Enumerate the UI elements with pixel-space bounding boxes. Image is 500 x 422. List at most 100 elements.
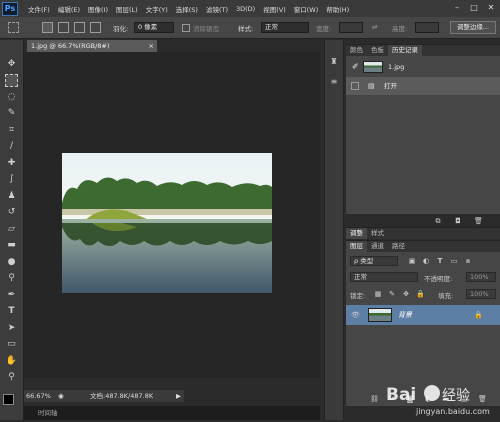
menu-select[interactable]: 选择(S): [172, 4, 202, 14]
status-icon[interactable]: ◉: [58, 390, 64, 402]
height-label: 高度:: [392, 25, 408, 33]
marquee-tool-icon[interactable]: [8, 22, 19, 33]
layer-filter-select[interactable]: ρ 类型: [350, 256, 398, 266]
eyedropper-icon[interactable]: ∕: [5, 140, 18, 153]
feather-input[interactable]: 0 像素: [134, 22, 174, 33]
tab-adjustments[interactable]: 调整: [346, 228, 367, 239]
new-snapshot-icon[interactable]: ◘: [454, 217, 462, 225]
close-tab-icon[interactable]: ×: [149, 40, 154, 52]
pen-tool-icon[interactable]: ✒: [5, 289, 18, 302]
opacity-label: 不透明度:: [424, 275, 453, 283]
width-input[interactable]: [339, 22, 363, 33]
link-layers-icon[interactable]: ⛓: [370, 395, 379, 403]
tab-layers[interactable]: 图层: [346, 241, 367, 252]
history-item-label: 打开: [384, 82, 397, 90]
marquee-tool-icon[interactable]: [5, 74, 18, 87]
document-image: [62, 153, 272, 293]
history-panel-icon[interactable]: ♜: [330, 58, 338, 66]
minimize-button[interactable]: –: [450, 3, 464, 13]
new-document-from-state-icon[interactable]: ⧉: [434, 217, 442, 225]
history-state-checkbox[interactable]: [351, 82, 359, 90]
clone-stamp-icon[interactable]: ♟: [5, 190, 18, 203]
zoom-level[interactable]: 66.67%: [26, 390, 51, 402]
menu-file[interactable]: 文件(F): [24, 4, 54, 14]
tab-styles[interactable]: 样式: [367, 228, 388, 239]
gradient-tool-icon[interactable]: ▬: [5, 239, 18, 252]
menu-layer[interactable]: 图层(L): [112, 4, 142, 14]
lock-image-icon[interactable]: ✎: [388, 290, 396, 298]
filter-smart-object-icon[interactable]: ⧈: [464, 257, 472, 265]
canvas-area[interactable]: [24, 52, 320, 378]
opacity-input[interactable]: 100%: [466, 272, 496, 282]
lock-all-icon[interactable]: 🔒: [416, 290, 425, 298]
delete-state-icon[interactable]: 🗑: [474, 217, 483, 225]
shape-tool-icon[interactable]: ▭: [5, 338, 18, 351]
lasso-tool-icon[interactable]: ◌: [5, 91, 18, 104]
healing-brush-icon[interactable]: ✚: [5, 157, 18, 170]
tab-paths[interactable]: 路径: [388, 241, 409, 252]
layer-name[interactable]: 背景: [398, 310, 412, 320]
baidu-watermark: Bai 经验 jingyan.baidu.com: [382, 376, 500, 420]
refine-edge-button[interactable]: 调整边缘...: [450, 21, 496, 34]
menu-image[interactable]: 图像(I): [84, 4, 112, 14]
filter-adjustment-icon[interactable]: ◐: [422, 257, 430, 265]
fill-input[interactable]: 100%: [466, 289, 496, 299]
blend-mode-select[interactable]: 正常: [350, 272, 418, 282]
blur-tool-icon[interactable]: ●: [5, 256, 18, 269]
snapshot-thumbnail: [363, 61, 383, 73]
intersect-selection-icon[interactable]: [90, 22, 101, 33]
status-menu-arrow-icon[interactable]: ▶: [176, 390, 181, 402]
eraser-icon[interactable]: ▱: [5, 223, 18, 236]
maximize-button[interactable]: □: [467, 3, 481, 13]
tools-panel: ✥ ◌ ✎ ⌗ ∕ ✚ ∫ ♟ ↺ ▱ ▬ ● ⚲ ✒ T ➤ ▭ ✋ ⚲: [0, 40, 24, 420]
history-item[interactable]: ▤ 打开: [346, 77, 500, 95]
hand-tool-icon[interactable]: ✋: [5, 355, 18, 368]
style-select[interactable]: 正常: [261, 22, 309, 33]
subtract-selection-icon[interactable]: [74, 22, 85, 33]
type-tool-icon[interactable]: T: [5, 305, 18, 318]
layer-row[interactable]: 👁 背景 🔒: [346, 305, 500, 325]
menu-help[interactable]: 帮助(H): [322, 4, 353, 14]
menu-edit[interactable]: 编辑(E): [54, 4, 84, 14]
zoom-tool-icon[interactable]: ⚲: [5, 371, 18, 384]
history-brush-icon[interactable]: ↺: [5, 206, 18, 219]
eye-icon[interactable]: 👁: [351, 311, 360, 319]
dodge-tool-icon[interactable]: ⚲: [5, 272, 18, 285]
path-select-icon[interactable]: ➤: [5, 322, 18, 335]
width-label: 宽度:: [316, 25, 332, 33]
tab-history[interactable]: 历史记录: [388, 45, 422, 56]
timeline-label: 时间轴: [38, 409, 58, 417]
new-selection-icon[interactable]: [42, 22, 53, 33]
filter-pixel-icon[interactable]: ▣: [408, 257, 416, 265]
menu-type[interactable]: 文字(Y): [142, 4, 172, 14]
document-tab[interactable]: 1.jpg @ 66.7%(RGB/8#) ×: [27, 40, 157, 52]
tab-channels[interactable]: 通道: [367, 241, 388, 252]
antialias-checkbox[interactable]: [182, 24, 190, 32]
swap-icon[interactable]: ⇄: [372, 23, 377, 31]
height-input[interactable]: [415, 22, 439, 33]
filter-type-icon[interactable]: T: [436, 257, 444, 265]
menu-view[interactable]: 视图(V): [259, 4, 290, 14]
menu-3d[interactable]: 3D(D): [232, 5, 259, 13]
timeline-bar[interactable]: 时间轴: [24, 406, 320, 420]
menu-filter[interactable]: 滤镜(T): [202, 4, 232, 14]
menu-window[interactable]: 窗口(W): [290, 4, 323, 14]
foreground-color-swatch[interactable]: [3, 394, 14, 405]
filter-shape-icon[interactable]: ▭: [450, 257, 458, 265]
add-selection-icon[interactable]: [58, 22, 69, 33]
close-button[interactable]: ✕: [484, 3, 498, 13]
crop-tool-icon[interactable]: ⌗: [5, 124, 18, 137]
brush-tool-icon[interactable]: ∫: [5, 173, 18, 186]
panel-dock: ♜ ≡: [324, 40, 344, 420]
history-panel: 颜色 色板 历史记录 ✐ 1.jpg ▤ 打开 ⧉ ◘ 🗑: [346, 44, 500, 225]
snapshot-brush-icon: ✐: [352, 62, 359, 71]
history-snapshot[interactable]: ✐ 1.jpg: [346, 58, 500, 76]
tab-color[interactable]: 颜色: [346, 45, 367, 56]
brush-presets-icon[interactable]: ≡: [330, 78, 338, 86]
tab-swatches[interactable]: 色板: [367, 45, 388, 56]
options-bar: 羽化: 0 像素 消除锯齿 样式: 正常 宽度: ⇄ 高度: 调整边缘...: [0, 17, 500, 39]
lock-transparent-icon[interactable]: ▦: [374, 290, 382, 298]
quick-select-icon[interactable]: ✎: [5, 107, 18, 120]
lock-position-icon[interactable]: ✥: [402, 290, 410, 298]
move-tool-icon[interactable]: ✥: [5, 58, 18, 71]
